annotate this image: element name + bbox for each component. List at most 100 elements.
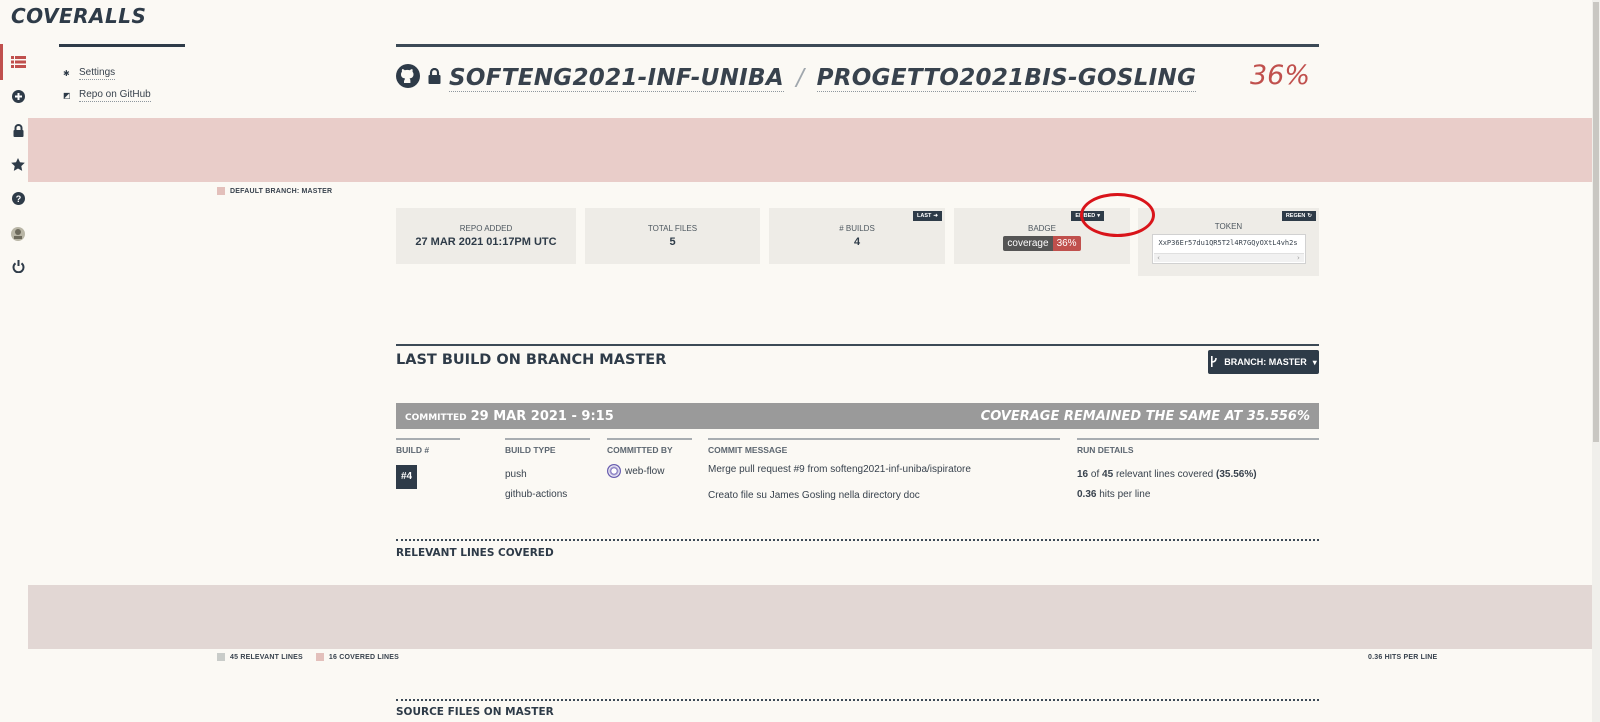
- relevant-lines-legend: 45 RELEVANT LINES 16 COVERED LINES: [217, 653, 399, 661]
- token-scrollbar[interactable]: ‹ ›: [1153, 253, 1304, 262]
- user-avatar-icon[interactable]: [10, 226, 26, 242]
- build-number-head: BUILD #: [396, 445, 430, 455]
- run-details-head: RUN DETAILS: [1077, 445, 1134, 455]
- power-icon[interactable]: [10, 258, 26, 274]
- repo-sub-nav: ✱ Settings ◩ Repo on GitHub: [59, 44, 185, 102]
- svg-text:?: ?: [15, 194, 21, 204]
- badge-right-text: 36%: [1052, 236, 1081, 251]
- relevant-count: 45: [1102, 469, 1114, 480]
- repo-added-box: REPO ADDED 27 MAR 2021 01:17PM UTC: [396, 208, 576, 264]
- scroll-right-icon[interactable]: ›: [1296, 254, 1300, 262]
- default-branch-legend-label: DEFAULT BRANCH: MASTER: [230, 187, 333, 195]
- page-scrollbar-thumb[interactable]: [1593, 2, 1599, 442]
- page-scrollbar[interactable]: [1592, 0, 1600, 722]
- total-files-box: TOTAL FILES 5: [585, 208, 760, 264]
- lock-icon[interactable]: [10, 122, 26, 138]
- star-icon[interactable]: [10, 156, 26, 172]
- repo-org-link[interactable]: SOFTENG2021-INF-UNIBA: [449, 65, 784, 92]
- coverage-history-chart[interactable]: [28, 118, 1600, 182]
- refresh-icon: ↻: [1307, 213, 1312, 219]
- token-value: XxP36Er57du1QR5T2l4R7GQyOXtL4vh2s: [1158, 239, 1298, 247]
- commit-message-column: COMMIT MESSAGE Merge pull request #9 fro…: [708, 438, 1060, 503]
- hits-text: hits per line: [1099, 489, 1151, 500]
- committed-by-column: COMMITTED BY web-flow: [607, 438, 692, 482]
- committed-by-name: web-flow: [625, 466, 665, 477]
- build-number-badge[interactable]: #4: [396, 465, 418, 489]
- committed-date: 29 MAR 2021 - 9:15: [470, 408, 614, 424]
- relevant-lines-chart[interactable]: [28, 585, 1600, 649]
- build-type-event: push: [505, 469, 527, 480]
- add-repo-icon[interactable]: [10, 88, 26, 104]
- regen-token-button[interactable]: REGEN ↻: [1281, 211, 1316, 221]
- scroll-left-icon[interactable]: ‹: [1157, 254, 1161, 262]
- coveralls-logo[interactable]: COVERALLS: [11, 4, 146, 28]
- last-build-title: LAST BUILD ON BRANCH MASTER: [396, 352, 667, 368]
- repo-on-github-link[interactable]: ◩ Repo on GitHub: [63, 89, 151, 102]
- last-build-rule: [396, 344, 1319, 346]
- commit-message-line-1: Merge pull request #9 from softeng2021-i…: [708, 464, 971, 475]
- token-field[interactable]: XxP36Er57du1QR5T2l4R7GQyOXtL4vh2s ‹ ›: [1151, 234, 1306, 264]
- branch-select-button[interactable]: BRANCH: MASTER ▾: [1208, 350, 1319, 374]
- settings-label: Settings: [79, 67, 116, 80]
- repo-coverage-percent: 36%: [1250, 60, 1311, 91]
- gear-icon: ✱: [63, 69, 70, 78]
- committed-by-head: COMMITTED BY: [607, 445, 673, 455]
- repos-list-icon[interactable]: [10, 54, 26, 70]
- repo-name-link[interactable]: PROGETTO2021BIS-GOSLING: [816, 65, 1197, 92]
- coverage-badge[interactable]: coverage 36%: [1003, 236, 1081, 251]
- repo-added-label: REPO ADDED: [459, 224, 513, 233]
- repo-on-github-label: Repo on GitHub: [79, 89, 151, 102]
- builds-label: # BUILDS: [839, 224, 875, 233]
- committed-info: COMMITTED 29 MAR 2021 - 9:15: [405, 409, 614, 424]
- hits-value: 0.36: [1077, 489, 1097, 500]
- committer-avatar-icon: [607, 464, 621, 479]
- relevant-lines-rule: [396, 539, 1319, 541]
- covered-of: of: [1090, 469, 1100, 480]
- committed-by-user[interactable]: web-flow: [607, 462, 692, 482]
- run-details-hits: 0.36 hits per line: [1077, 485, 1319, 505]
- repo-title: SOFTENG2021-INF-UNIBA / PROGETTO2021BIS-…: [449, 65, 1197, 92]
- token-label: TOKEN: [1214, 222, 1243, 231]
- build-type-column: BUILD TYPE push github-actions: [505, 438, 590, 505]
- covered-text: relevant lines covered: [1115, 469, 1214, 480]
- total-files-value: 5: [669, 236, 676, 248]
- private-lock-icon: [428, 67, 441, 89]
- rail-active-indicator: [0, 44, 3, 80]
- covered-lines-swatch: [315, 653, 324, 661]
- commit-message-head: COMMIT MESSAGE: [708, 445, 788, 455]
- settings-link[interactable]: ✱ Settings: [63, 67, 116, 80]
- relevant-lines-swatch: [217, 653, 225, 661]
- build-summary-bar: COMMITTED 29 MAR 2021 - 9:15 COVERAGE REM…: [396, 403, 1319, 429]
- covered-lines-legend-label: 16 COVERED LINES: [328, 653, 400, 661]
- github-icon[interactable]: [396, 63, 420, 93]
- branch-button-label: BRANCH: MASTER: [1224, 357, 1307, 367]
- badge-left-text: coverage: [1003, 236, 1053, 251]
- source-files-title: SOURCE FILES ON MASTER: [396, 706, 554, 718]
- token-box: REGEN ↻ TOKEN XxP36Er57du1QR5T2l4R7GQyOX…: [1138, 208, 1319, 276]
- last-build-button[interactable]: LAST ➜: [913, 211, 942, 221]
- run-details-coverage: 16 of 45 relevant lines covered (35.56%): [1077, 465, 1319, 485]
- build-type-service: github-actions: [505, 489, 568, 500]
- source-files-rule: [396, 699, 1319, 701]
- default-branch-swatch: [217, 187, 225, 195]
- build-number-column: BUILD # #4: [396, 438, 460, 489]
- red-highlight-circle: [1080, 193, 1155, 237]
- help-icon[interactable]: ?: [10, 190, 26, 206]
- build-type-head: BUILD TYPE: [505, 445, 556, 455]
- coverage-status: COVERAGE REMAINED THE SAME AT 35.556%: [980, 408, 1310, 424]
- hits-per-line-legend: 0.36 HITS PER LINE: [1368, 654, 1438, 661]
- last-build-label: LAST: [917, 213, 932, 219]
- caret-down-icon: ▾: [1312, 357, 1317, 367]
- repo-header: SOFTENG2021-INF-UNIBA / PROGETTO2021BIS-…: [396, 60, 1197, 96]
- default-branch-legend: DEFAULT BRANCH: MASTER: [217, 187, 332, 195]
- relevant-lines-title: RELEVANT LINES COVERED: [396, 547, 554, 559]
- builds-value: 4: [853, 236, 861, 248]
- covered-percent: (35.56%): [1216, 469, 1257, 480]
- branch-icon: [1210, 355, 1218, 369]
- run-details-column: RUN DETAILS 16 of 45 relevant lines cove…: [1077, 438, 1319, 505]
- total-files-label: TOTAL FILES: [647, 224, 698, 233]
- relevant-lines-legend-label: 45 RELEVANT LINES: [230, 653, 303, 661]
- covered-count: 16: [1077, 469, 1089, 480]
- external-link-icon: ◩: [63, 91, 71, 100]
- builds-box: LAST ➜ # BUILDS 4: [769, 208, 945, 264]
